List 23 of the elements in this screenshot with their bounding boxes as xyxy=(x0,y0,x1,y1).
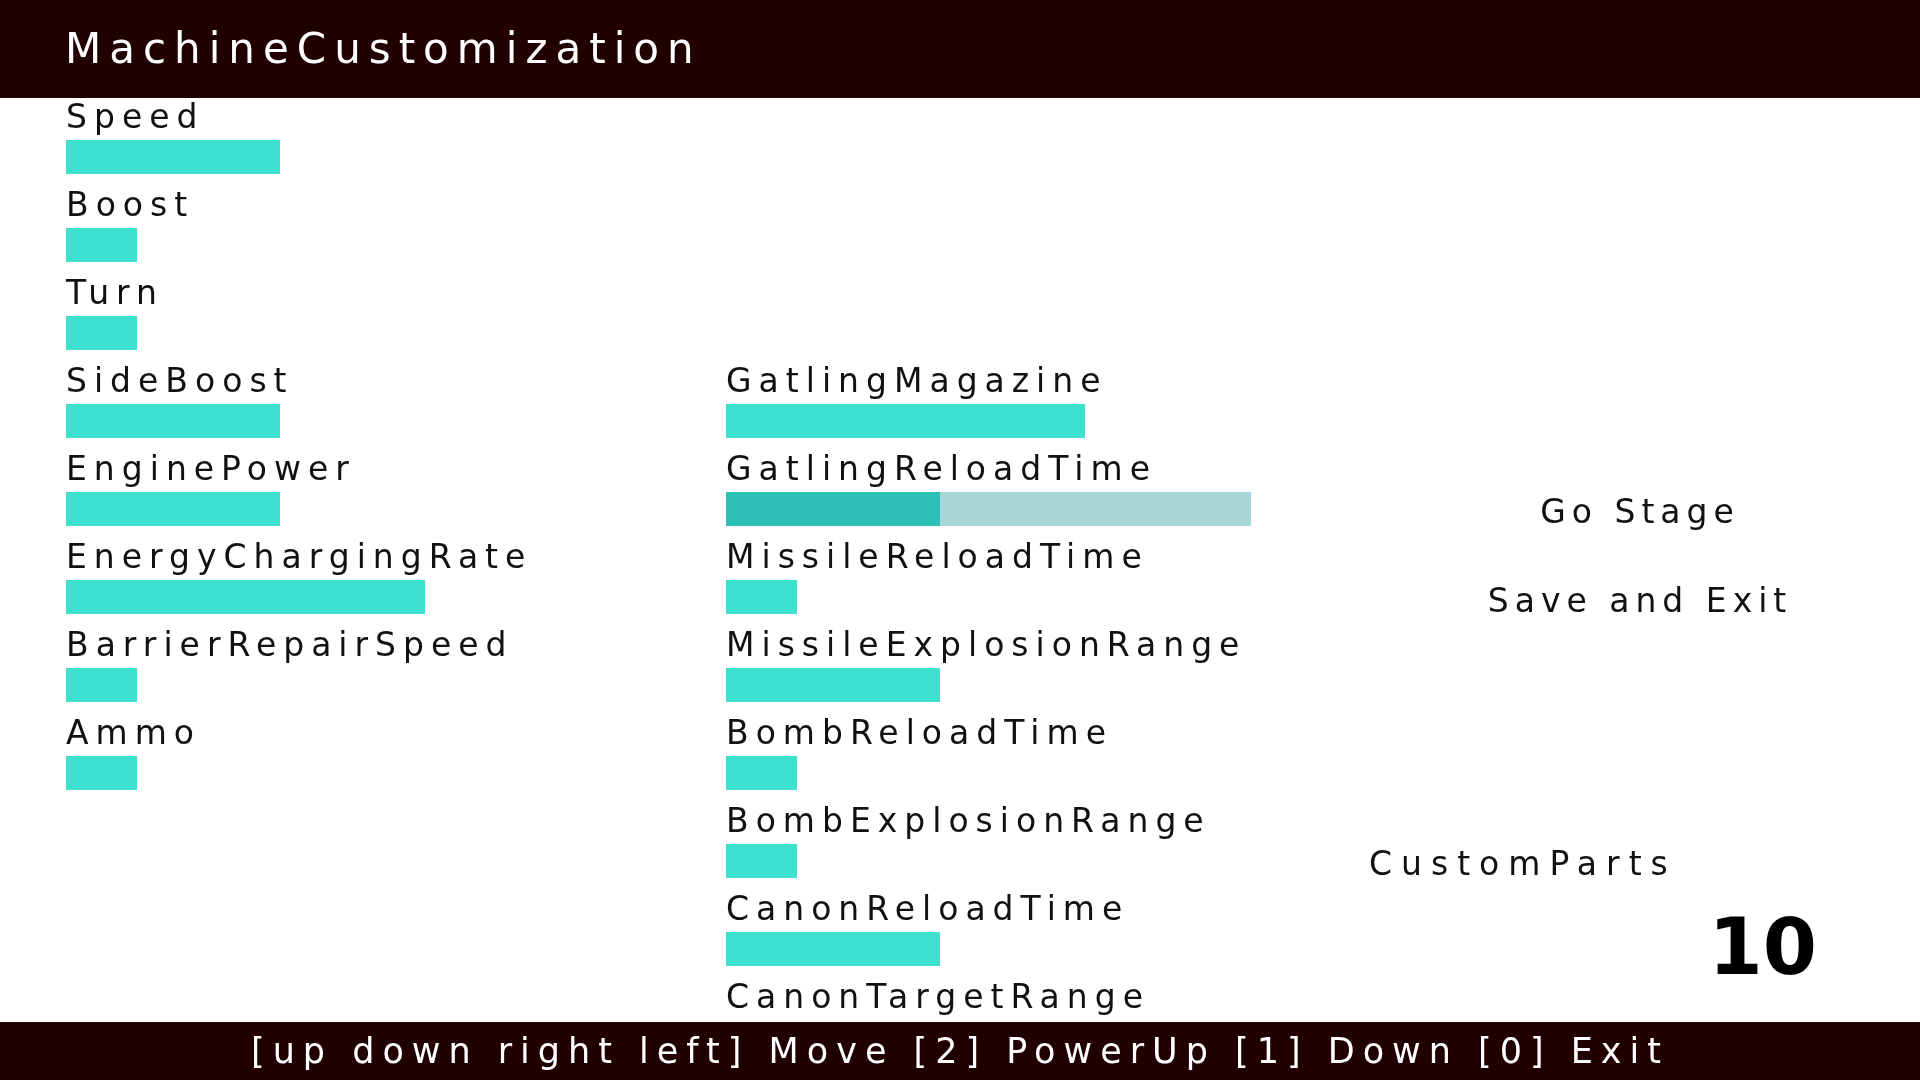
screen-title: MachineCustomization xyxy=(65,24,702,74)
custom-parts-count: 10 xyxy=(1708,905,1817,989)
stat-label: BombReloadTime xyxy=(726,716,1113,750)
controls-hint: [up down right left] Move [2] PowerUp [1] Down [0] Exit xyxy=(251,1030,1669,1073)
stat-label: GatlingReloadTime xyxy=(726,452,1157,486)
menu-button[interactable]: Go Stage xyxy=(1528,489,1752,535)
stat-label: CanonTargetRange xyxy=(726,980,1150,1014)
custom-parts-label: CustomParts xyxy=(1369,845,1677,883)
stat-label: GatlingMagazine xyxy=(726,364,1108,398)
stat-label: Turn xyxy=(66,276,164,310)
stat-label: Speed xyxy=(66,100,205,134)
stat-label: MissileReloadTime xyxy=(726,540,1149,574)
stat-label: BombExplosionRange xyxy=(726,804,1211,838)
stat-label: EnginePower xyxy=(66,452,356,486)
stat-label: Boost xyxy=(66,188,195,222)
stat-label: EnergyChargingRate xyxy=(66,540,533,574)
stat-label: MissileExplosionRange xyxy=(726,628,1247,662)
stat-label: BarrierRepairSpeed xyxy=(66,628,514,662)
menu-button[interactable]: Save and Exit xyxy=(1475,578,1805,624)
stat-bar-track[interactable] xyxy=(726,492,1251,526)
stat-label: SideBoost xyxy=(66,364,294,398)
stat-label: Ammo xyxy=(66,716,202,750)
stat-label: CanonReloadTime xyxy=(726,892,1130,926)
